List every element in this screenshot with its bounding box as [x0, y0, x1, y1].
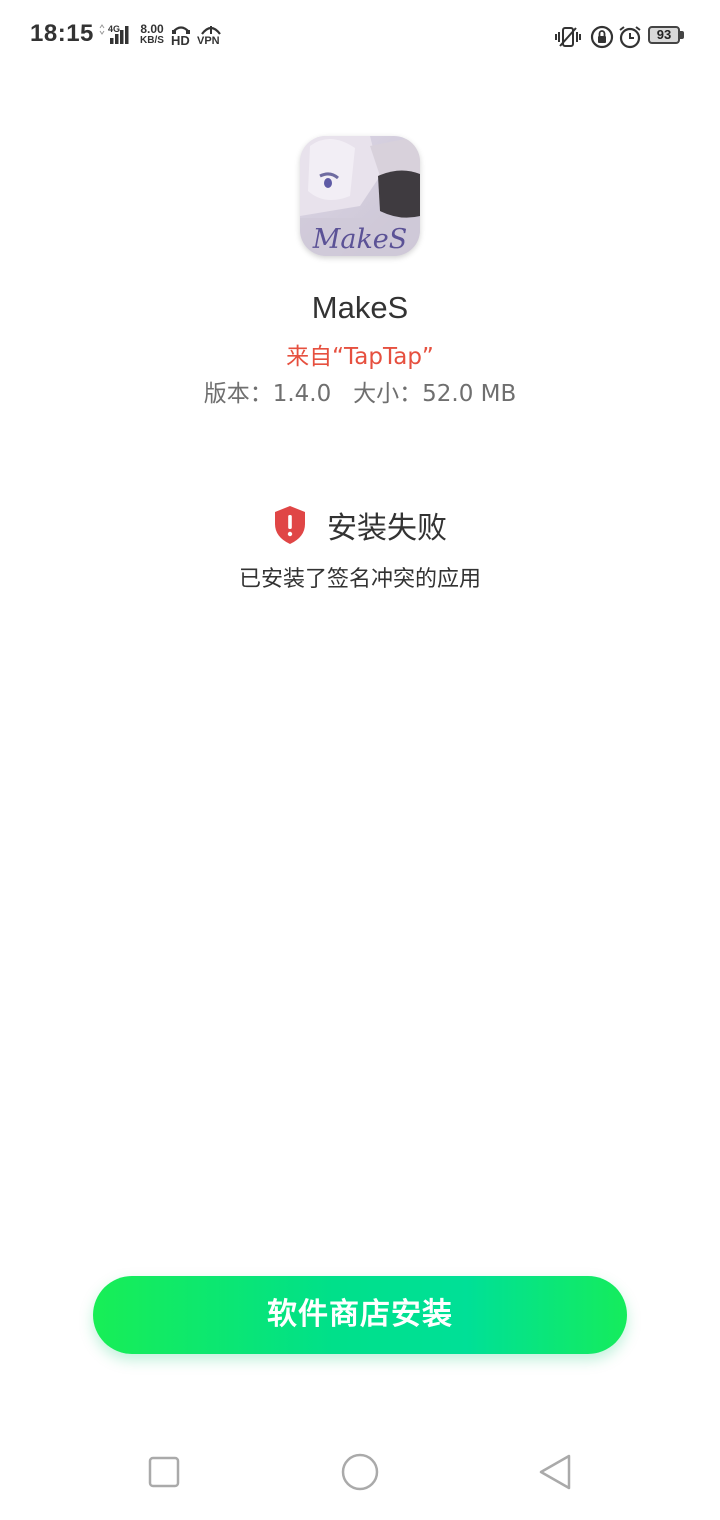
status-bar: 18:15 4G 8.00 KB/S HD VPN 93 [0, 0, 720, 72]
error-header: 安装失败 [0, 503, 720, 547]
app-meta: 版本：1.4.0 大小：52.0 MB [0, 374, 720, 408]
hd-label: HD [171, 33, 190, 48]
network-speed-unit: KB/S [140, 35, 164, 46]
back-icon[interactable] [536, 1452, 576, 1492]
app-version: 版本：1.4.0 [203, 381, 332, 407]
vibrate-icon [555, 27, 581, 47]
status-time: 18:15 [30, 20, 94, 47]
app-name: MakeS [311, 290, 409, 325]
shield-icon [275, 506, 305, 544]
app-source: 来自“TapTap” [286, 344, 434, 370]
network-type: 4G [108, 24, 121, 34]
network-speed-value: 8.00 [140, 22, 164, 36]
alarm-icon [619, 26, 641, 49]
vpn-label: VPN [197, 35, 220, 47]
error-detail: 已安装了签名冲突的应用 [238, 567, 481, 592]
error-title: 安装失败 [327, 511, 447, 546]
recents-icon[interactable] [144, 1452, 184, 1492]
app-icon: MakeS [300, 136, 420, 256]
app-icon-artwork: MakeS [300, 136, 420, 256]
battery-level: 93 [656, 27, 672, 42]
app-icon-text: MakeS [312, 224, 408, 255]
install-from-store-button[interactable]: 软件商店安装 [93, 1276, 627, 1354]
battery-cap [680, 31, 684, 39]
network-speed: 8.00 KB/S [136, 23, 168, 47]
home-icon[interactable] [340, 1452, 380, 1492]
battery-icon: 93 [648, 26, 686, 46]
app-size: 大小：52.0 MB [353, 381, 517, 407]
rotation-lock-icon [590, 25, 614, 49]
